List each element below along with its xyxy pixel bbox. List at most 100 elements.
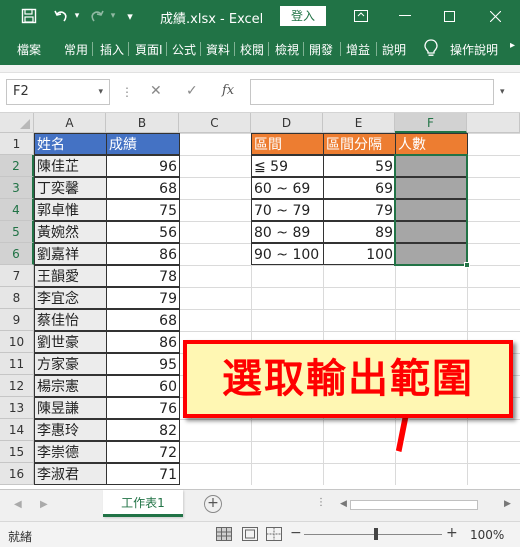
row-header-15[interactable]: 15: [0, 441, 34, 463]
zoom-level[interactable]: 100%: [470, 528, 504, 542]
bin-separator-cell[interactable]: 69: [323, 177, 396, 199]
student-name-cell[interactable]: 黃婉然: [34, 221, 107, 243]
row-header-10[interactable]: 10: [0, 331, 34, 353]
student-score-cell[interactable]: 76: [106, 397, 180, 419]
bin-range-cell[interactable]: 60 ~ 69: [251, 177, 324, 199]
tab-data[interactable]: 資料: [206, 41, 230, 58]
student-score-cell[interactable]: 60: [106, 375, 180, 397]
prev-sheet-icon[interactable]: ◀: [14, 499, 22, 510]
column-header-f[interactable]: F: [395, 113, 467, 133]
undo-icon[interactable]: [50, 6, 72, 26]
student-score-cell[interactable]: 68: [106, 309, 180, 331]
student-name-cell[interactable]: 劉世豪: [34, 331, 107, 353]
save-icon[interactable]: [18, 6, 40, 26]
tab-view[interactable]: 檢視: [275, 41, 299, 58]
tab-addins[interactable]: 增益: [346, 41, 370, 58]
student-score-cell[interactable]: 96: [106, 155, 180, 177]
enter-icon[interactable]: ✓: [186, 83, 198, 99]
bin-separator-cell[interactable]: 59: [323, 155, 396, 177]
minimize-icon[interactable]: [390, 5, 420, 27]
redo-dropdown-icon[interactable]: ▾: [108, 6, 118, 26]
student-name-cell[interactable]: 王韻愛: [34, 265, 107, 287]
tab-formulas[interactable]: 公式: [172, 41, 196, 58]
row-header-2[interactable]: 2: [0, 155, 34, 177]
student-name-cell[interactable]: 蔡佳怡: [34, 309, 107, 331]
bin-range-cell[interactable]: 80 ~ 89: [251, 221, 324, 243]
login-button[interactable]: 登入: [280, 6, 326, 26]
add-sheet-button[interactable]: +: [204, 495, 222, 513]
tab-help[interactable]: 說明: [382, 41, 406, 58]
formula-bar-grip-icon[interactable]: ⋮: [121, 85, 133, 99]
student-name-cell[interactable]: 楊宗憲: [34, 375, 107, 397]
student-name-cell[interactable]: 方家豪: [34, 353, 107, 375]
bin-header-separator[interactable]: 區間分隔: [323, 133, 396, 155]
tab-page-layout[interactable]: 頁面I: [135, 41, 163, 58]
column-header-b[interactable]: B: [106, 113, 179, 133]
tab-developer[interactable]: 開發: [309, 41, 333, 58]
horizontal-scrollbar[interactable]: ◀ ▶: [340, 498, 514, 512]
bin-separator-cell[interactable]: 89: [323, 221, 396, 243]
student-score-cell[interactable]: 72: [106, 441, 180, 463]
row-header-5[interactable]: 5: [0, 221, 34, 243]
student-name-cell[interactable]: 李宜念: [34, 287, 107, 309]
row-header-14[interactable]: 14: [0, 419, 34, 441]
tab-insert[interactable]: 插入: [100, 41, 124, 58]
normal-view-icon[interactable]: [216, 527, 232, 541]
insert-function-icon[interactable]: fx: [222, 83, 234, 98]
column-header-d[interactable]: D: [251, 113, 323, 133]
scroll-right-icon[interactable]: ▶: [504, 499, 511, 509]
zoom-slider-thumb[interactable]: [374, 528, 378, 540]
horizontal-scroll-thumb[interactable]: [350, 500, 478, 510]
page-layout-view-icon[interactable]: [242, 527, 258, 541]
bin-header-range[interactable]: 區間: [251, 133, 324, 155]
zoom-slider[interactable]: [304, 534, 442, 535]
student-name-cell[interactable]: 李惠玲: [34, 419, 107, 441]
row-header-8[interactable]: 8: [0, 287, 34, 309]
maximize-icon[interactable]: [434, 5, 464, 27]
row-header-13[interactable]: 13: [0, 397, 34, 419]
bin-separator-cell[interactable]: 100: [323, 243, 396, 265]
student-score-cell[interactable]: 75: [106, 199, 180, 221]
student-name-cell[interactable]: 陳佳芷: [34, 155, 107, 177]
student-score-cell[interactable]: 71: [106, 463, 180, 485]
student-name-cell[interactable]: 丁奕馨: [34, 177, 107, 199]
page-break-view-icon[interactable]: [266, 527, 282, 541]
formula-input[interactable]: [250, 79, 494, 105]
tab-split-handle-icon[interactable]: ⋮: [316, 497, 326, 508]
redo-icon[interactable]: [86, 6, 108, 26]
tab-file[interactable]: 檔案: [17, 41, 41, 58]
zoom-in-button[interactable]: +: [446, 525, 458, 541]
column-header-blank[interactable]: [467, 113, 520, 133]
student-score-cell[interactable]: 82: [106, 419, 180, 441]
column-header-e[interactable]: E: [323, 113, 395, 133]
row-header-11[interactable]: 11: [0, 353, 34, 375]
student-name-cell[interactable]: 劉嘉祥: [34, 243, 107, 265]
bin-range-cell[interactable]: 90 ~ 100: [251, 243, 324, 265]
bin-separator-cell[interactable]: 79: [323, 199, 396, 221]
sheet-tab-1[interactable]: 工作表1: [103, 490, 183, 517]
customize-toolbar-icon[interactable]: ▾: [124, 6, 136, 26]
name-box[interactable]: F2 ▾: [6, 79, 110, 105]
expand-formula-bar-icon[interactable]: ▾: [500, 87, 505, 97]
column-header-a[interactable]: A: [34, 113, 106, 133]
tab-home[interactable]: 常用: [64, 41, 88, 58]
row-header-9[interactable]: 9: [0, 309, 34, 331]
grade-header-name[interactable]: 姓名: [34, 133, 107, 155]
student-score-cell[interactable]: 86: [106, 243, 180, 265]
student-score-cell[interactable]: 79: [106, 287, 180, 309]
bin-range-cell[interactable]: ≦ 59: [251, 155, 324, 177]
fill-handle[interactable]: [464, 262, 470, 268]
student-name-cell[interactable]: 郭卓惟: [34, 199, 107, 221]
student-score-cell[interactable]: 95: [106, 353, 180, 375]
undo-dropdown-icon[interactable]: ▾: [72, 6, 82, 26]
next-sheet-icon[interactable]: ▶: [40, 499, 48, 510]
row-header-4[interactable]: 4: [0, 199, 34, 221]
student-score-cell[interactable]: 56: [106, 221, 180, 243]
close-icon[interactable]: [480, 5, 510, 27]
student-score-cell[interactable]: 78: [106, 265, 180, 287]
row-header-12[interactable]: 12: [0, 375, 34, 397]
grade-header-score[interactable]: 成績: [106, 133, 180, 155]
student-name-cell[interactable]: 李崇德: [34, 441, 107, 463]
tell-me-search[interactable]: 操作說明: [450, 41, 498, 58]
row-header-16[interactable]: 16: [0, 463, 34, 485]
